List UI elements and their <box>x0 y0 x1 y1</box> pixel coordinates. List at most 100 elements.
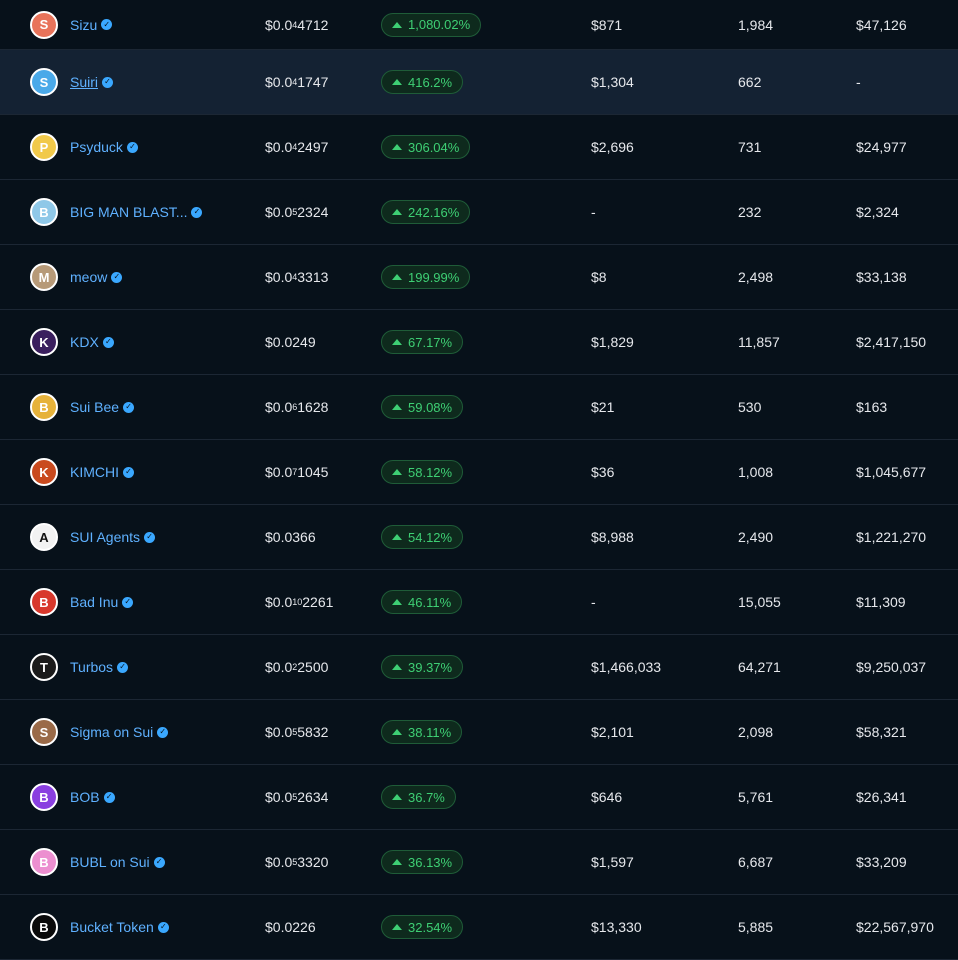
token-name-link[interactable]: BOB <box>70 789 100 805</box>
token-name-cell[interactable]: B BIG MAN BLAST... ✓ <box>30 180 250 244</box>
table-row-sigma[interactable]: S Sigma on Sui ✓ $0.0 5 5832 38.11% $2,101… <box>0 700 958 765</box>
token-name-link[interactable]: Bucket Token <box>70 919 154 935</box>
up-arrow-icon <box>392 664 402 670</box>
token-name-link[interactable]: BUBL on Sui <box>70 854 150 870</box>
token-avatar-icon: T <box>30 653 58 681</box>
price-digits: 1747 <box>297 74 329 90</box>
price-digits: 2261 <box>302 594 334 610</box>
price-change-value: 416.2% <box>408 74 453 90</box>
price-change-cell: 54.12% <box>381 505 464 569</box>
token-avatar-icon: S <box>30 10 58 39</box>
token-name-cell[interactable]: S Sizu ✓ <box>30 0 250 49</box>
token-name-cell[interactable]: B Bucket Token ✓ <box>30 895 250 959</box>
price-prefix: $0.0 <box>265 854 293 870</box>
up-arrow-icon <box>392 599 402 605</box>
table-row-kdx[interactable]: K KDX ✓ $0.0249 67.17% $1,829 11,857 $2,41… <box>0 310 958 375</box>
token-name-link[interactable]: Sizu <box>70 17 97 33</box>
price-digits: 4712 <box>297 16 329 33</box>
token-name-cell[interactable]: B BOB ✓ <box>30 765 250 829</box>
token-name-cell[interactable]: S Sigma on Sui ✓ <box>30 700 250 764</box>
token-name-cell[interactable]: B Bad Inu ✓ <box>30 570 250 634</box>
token-name-link[interactable]: meow <box>70 269 107 285</box>
token-avatar-icon: S <box>30 68 58 96</box>
token-name-cell[interactable]: B BUBL on Sui ✓ <box>30 830 250 894</box>
token-price: $0.0 10 2261 <box>265 570 333 634</box>
holders-value: 11,857 <box>738 334 780 350</box>
table-row-kimchi[interactable]: K KIMCHI ✓ $0.0 7 1045 58.12% $36 1,008 $1,0… <box>0 440 958 505</box>
price-change-badge: 1,080.02% <box>381 12 482 37</box>
token-name-link[interactable]: SUI Agents <box>70 529 140 545</box>
table-row-badinu[interactable]: B Bad Inu ✓ $0.0 10 2261 46.11% - 15,055 $11… <box>0 570 958 635</box>
token-price: $0.0 5 2324 <box>265 180 328 244</box>
token-name-link[interactable]: BIG MAN BLAST... <box>70 204 187 220</box>
token-name-link[interactable]: Suiri <box>70 74 98 90</box>
price-change-badge: 36.13% <box>381 850 464 874</box>
table-row-meow[interactable]: M meow ✓ $0.0 4 3313 199.99% $8 2,498 $33,13… <box>0 245 958 310</box>
table-row-suiri[interactable]: S Suiri ✓ $0.0 4 1747 416.2% $1,304 662 - <box>0 50 958 115</box>
price-prefix: $0.0 <box>265 659 293 675</box>
holders-value: 15,055 <box>738 594 781 610</box>
table-row-bigman[interactable]: B BIG MAN BLAST... ✓ $0.0 5 2324 242.16% -… <box>0 180 958 245</box>
table-row-psyduck[interactable]: P Psyduck ✓ $0.0 4 2497 306.04% $2,696 731 $… <box>0 115 958 180</box>
price-digits: 2634 <box>297 789 329 805</box>
up-arrow-icon <box>392 209 402 215</box>
liquidity-value: $8 <box>591 269 607 285</box>
token-name-cell[interactable]: M meow ✓ <box>30 245 250 309</box>
token-price: $0.0 6 1628 <box>265 375 328 439</box>
token-name-link[interactable]: Turbos <box>70 659 113 675</box>
up-arrow-icon <box>392 339 402 345</box>
table-row-turbos[interactable]: T Turbos ✓ $0.0 2 2500 39.37% $1,466,033 64… <box>0 635 958 700</box>
price-change-badge: 59.08% <box>381 395 464 419</box>
price-change-badge: 58.12% <box>381 460 464 484</box>
liquidity-value: $2,101 <box>591 724 634 740</box>
token-name-cell[interactable]: A SUI Agents ✓ <box>30 505 250 569</box>
table-row-suibee[interactable]: B Sui Bee ✓ $0.0 6 1628 59.08% $21 530 $163 <box>0 375 958 440</box>
holders-value: 232 <box>738 204 762 220</box>
token-name-link[interactable]: Psyduck <box>70 139 123 155</box>
table-row-sizu[interactable]: S Sizu ✓ $0.0 4 4712 1,080.02% $871 1,984 $4… <box>0 0 958 50</box>
price-change-value: 36.13% <box>408 854 453 870</box>
table-row-bucket[interactable]: B Bucket Token ✓ $0.0226 32.54% $13,330 5… <box>0 895 958 960</box>
token-name-cell[interactable]: T Turbos ✓ <box>30 635 250 699</box>
token-name-cell[interactable]: B Sui Bee ✓ <box>30 375 250 439</box>
token-name-link[interactable]: Sui Bee <box>70 399 119 415</box>
token-name-cell[interactable]: K KIMCHI ✓ <box>30 440 250 504</box>
token-name-link[interactable]: Bad Inu <box>70 594 118 610</box>
price-prefix: $0.0 <box>265 204 293 220</box>
token-name-cell[interactable]: S Suiri ✓ <box>30 50 250 114</box>
token-name-link[interactable]: KIMCHI <box>70 464 119 480</box>
up-arrow-icon <box>392 21 402 28</box>
market-cap-value: $1,045,677 <box>856 464 927 480</box>
token-name-cell[interactable]: K KDX ✓ <box>30 310 250 374</box>
market-cap-value: $1,221,270 <box>856 529 927 545</box>
verified-badge-icon: ✓ <box>144 531 156 543</box>
price-change-cell: 59.08% <box>381 375 464 439</box>
verified-badge-icon: ✓ <box>123 466 134 478</box>
market-cap-value: $26,341 <box>856 789 907 805</box>
verified-badge-icon: ✓ <box>103 791 115 803</box>
up-arrow-icon <box>392 404 402 410</box>
market-cap-value: $2,417,150 <box>856 334 927 350</box>
table-row-bubl[interactable]: B BUBL on Sui ✓ $0.0 5 3320 36.13% $1,597 6… <box>0 830 958 895</box>
price-change-cell: 306.04% <box>381 115 471 179</box>
token-avatar-icon: B <box>30 783 58 811</box>
verified-badge-icon: ✓ <box>102 336 114 348</box>
token-avatar-icon: B <box>30 393 58 421</box>
holders-value: 2,490 <box>738 529 774 545</box>
token-price: $0.0226 <box>265 895 316 959</box>
token-name-cell[interactable]: P Psyduck ✓ <box>30 115 250 179</box>
token-name-link[interactable]: KDX <box>70 334 99 350</box>
token-price: $0.0 7 1045 <box>265 440 328 504</box>
price-digits: 5832 <box>297 724 329 740</box>
market-cap-value: $33,209 <box>856 854 907 870</box>
table-row-bob[interactable]: B BOB ✓ $0.0 5 2634 36.7% $646 5,761 $26,341 <box>0 765 958 830</box>
price-change-value: 32.54% <box>408 919 453 935</box>
market-cap-value: $47,126 <box>856 16 907 33</box>
holders-value: 2,498 <box>738 269 774 285</box>
price-change-badge: 46.11% <box>381 590 463 614</box>
price-digits: 1628 <box>297 399 329 415</box>
token-name-link[interactable]: Sigma on Sui <box>70 724 153 740</box>
market-cap-value: $2,324 <box>856 204 899 220</box>
table-row-suiagents[interactable]: A SUI Agents ✓ $0.0366 54.12% $8,988 2,49… <box>0 505 958 570</box>
token-price: $0.0366 <box>265 505 316 569</box>
